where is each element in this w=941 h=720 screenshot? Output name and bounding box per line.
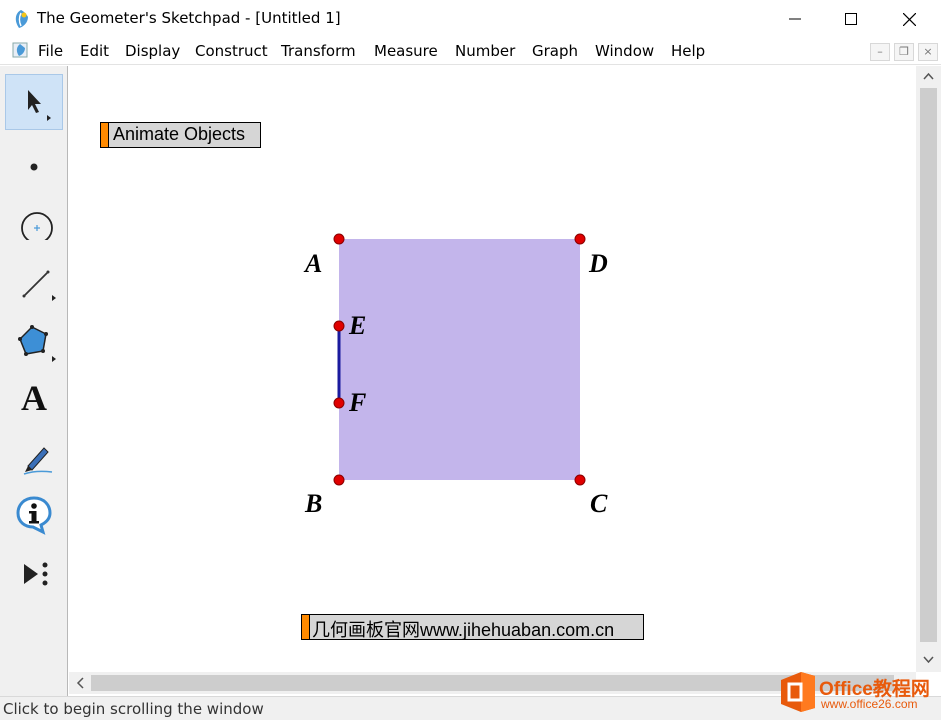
point-f[interactable]: [333, 397, 345, 409]
point-label-d[interactable]: D: [589, 249, 608, 279]
scroll-up-icon[interactable]: [923, 72, 934, 80]
point-label-c[interactable]: C: [590, 489, 607, 519]
point-c[interactable]: [574, 474, 586, 486]
animate-objects-button[interactable]: Animate Objects: [100, 122, 261, 148]
point-e[interactable]: [333, 320, 345, 332]
website-link-label: 几何画板官网www.jihehuaban.com.cn: [312, 620, 615, 640]
point-label-a[interactable]: A: [305, 249, 322, 279]
point-label-e[interactable]: E: [349, 311, 366, 341]
watermark-url: www.office26.com: [821, 697, 918, 711]
office-logo-icon: [781, 672, 815, 712]
animate-objects-label: Animate Objects: [113, 124, 246, 144]
point-label-b[interactable]: B: [305, 489, 322, 519]
point-a[interactable]: [333, 233, 345, 245]
point-d[interactable]: [574, 233, 586, 245]
point-b[interactable]: [333, 474, 345, 486]
vertical-scrollbar[interactable]: [916, 66, 941, 672]
scroll-left-icon[interactable]: [76, 677, 84, 689]
button-handle[interactable]: [302, 615, 310, 639]
scroll-down-icon[interactable]: [923, 656, 934, 664]
point-label-f[interactable]: F: [349, 388, 366, 418]
office26-watermark: Office教程网 www.office26.com: [775, 666, 941, 720]
sketch-drawing: [333, 233, 586, 486]
vertical-scroll-thumb[interactable]: [920, 88, 937, 642]
horizontal-scroll-thumb[interactable]: [91, 675, 894, 691]
square-interior[interactable]: [339, 239, 580, 480]
website-link-button[interactable]: 几何画板官网www.jihehuaban.com.cn: [301, 614, 644, 640]
status-text: Click to begin scrolling the window: [3, 700, 264, 718]
button-handle[interactable]: [101, 123, 109, 147]
